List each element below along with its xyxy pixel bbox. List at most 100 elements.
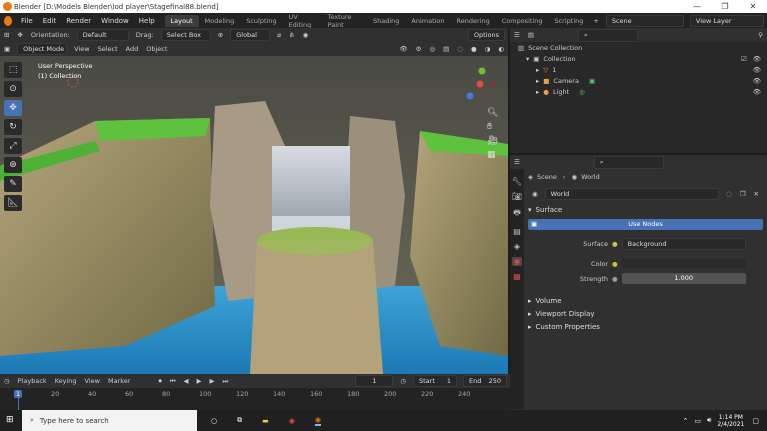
filter-icon[interactable]: ⚲: [758, 31, 763, 39]
collection-row[interactable]: ▾ ▣ Collection ☑ 👁: [510, 53, 767, 64]
world-name-field[interactable]: World: [544, 187, 720, 200]
ortho-grid-icon[interactable]: ▦: [487, 150, 498, 160]
scene-collection-row[interactable]: ▥ Scene Collection: [510, 42, 767, 53]
properties-search[interactable]: ⌕: [593, 155, 664, 169]
surface-shader-dropdown[interactable]: Background: [621, 237, 746, 250]
add-workspace-icon[interactable]: +: [593, 17, 598, 25]
eye-icon[interactable]: 👁: [753, 77, 761, 85]
end-frame-field[interactable]: End 250: [463, 375, 507, 387]
menu-render[interactable]: Render: [61, 17, 96, 25]
use-nodes-button[interactable]: ▣ Use Nodes: [528, 219, 763, 230]
render-tab-icon[interactable]: 📷︎: [512, 192, 522, 201]
menu-window[interactable]: Window: [96, 17, 134, 25]
properties-editor-icon[interactable]: ☰: [514, 158, 520, 166]
menu-object[interactable]: Object: [146, 45, 167, 53]
options-dropdown[interactable]: Options: [467, 29, 505, 41]
exclude-checkbox[interactable]: ☑: [741, 55, 747, 63]
menu-view[interactable]: View: [85, 377, 100, 385]
outliner-editor-icon[interactable]: ☰: [514, 31, 520, 39]
volume-icon[interactable]: 🔊︎: [707, 416, 711, 425]
tab-layout[interactable]: Layout: [164, 14, 199, 27]
playhead[interactable]: [18, 398, 19, 410]
strength-field[interactable]: 1.000: [621, 273, 746, 284]
timeline-ruler[interactable]: 1 20 40 60 80 100 120 140 160 180 200 220 240: [0, 388, 510, 410]
jump-end-icon[interactable]: ⏭: [223, 377, 229, 386]
menu-add[interactable]: Add: [126, 45, 139, 53]
scene-tab-icon[interactable]: ◈: [514, 242, 520, 251]
menu-keying[interactable]: Keying: [55, 377, 77, 385]
prev-key-icon[interactable]: ◀: [184, 377, 189, 385]
eye-icon[interactable]: 👁: [753, 55, 761, 63]
transform-orientation-icon[interactable]: ⊕: [218, 31, 223, 39]
snap-icon[interactable]: ⋔: [289, 31, 294, 39]
expand-arrow-icon[interactable]: ▸: [536, 88, 539, 96]
eye-icon[interactable]: 👁: [753, 66, 761, 74]
minimize-button[interactable]: —: [683, 2, 711, 11]
orientation-dropdown[interactable]: Default: [76, 29, 129, 41]
record-icon[interactable]: ⏺: [158, 377, 161, 386]
expand-arrow-icon[interactable]: ▾: [526, 55, 529, 63]
color-swatch[interactable]: [621, 259, 746, 268]
duplicate-icon[interactable]: ❐: [740, 190, 746, 198]
shading-solid-icon[interactable]: ●: [471, 45, 477, 53]
menu-select[interactable]: Select: [98, 45, 118, 53]
outliner-search[interactable]: ⌕: [577, 28, 638, 42]
cortana-icon[interactable]: ○: [211, 417, 217, 425]
next-key-icon[interactable]: ▶: [210, 377, 215, 385]
transform-orientation-dropdown[interactable]: Global: [230, 29, 271, 41]
close-button[interactable]: ✕: [739, 2, 767, 11]
outliner-item-light[interactable]: ▸ ● Light ◎ 👁: [510, 86, 767, 97]
shading-rendered-icon[interactable]: ◐: [498, 45, 504, 53]
editor-type-icon[interactable]: ⊞: [4, 31, 9, 39]
blender-menu-icon[interactable]: [4, 15, 12, 26]
start-frame-field[interactable]: Start 1: [413, 375, 457, 387]
maximize-button[interactable]: ❐: [711, 2, 739, 11]
tab-compositing[interactable]: Compositing: [496, 15, 549, 27]
viewport-display-panel-header[interactable]: ▸ Viewport Display: [528, 307, 763, 320]
scene-selector[interactable]: Scene: [605, 14, 684, 27]
zoom-icon[interactable]: 🔍︎: [487, 108, 498, 118]
start-icon[interactable]: ⊞: [6, 415, 14, 425]
timeline-editor-icon[interactable]: ◷: [4, 377, 10, 385]
tab-rendering[interactable]: Rendering: [451, 15, 496, 27]
display-mode-icon[interactable]: ▤: [528, 31, 534, 39]
taskbar-search[interactable]: ⌕ Type here to search: [22, 410, 197, 431]
shading-material-icon[interactable]: ◑: [485, 45, 491, 53]
jump-start-icon[interactable]: ⏮: [170, 377, 176, 386]
pan-icon[interactable]: ✋︎: [487, 122, 498, 132]
tab-animation[interactable]: Animation: [405, 15, 450, 27]
transform-tool-icon[interactable]: ⊛: [4, 157, 22, 173]
chrome-icon[interactable]: ◉: [289, 417, 295, 425]
unlink-icon[interactable]: ✕: [754, 190, 759, 198]
task-view-icon[interactable]: ⧉: [237, 416, 242, 425]
visibility-icon[interactable]: 👁: [399, 45, 407, 53]
expand-arrow-icon[interactable]: ▸: [536, 77, 539, 85]
view-layer-tab-icon[interactable]: ▤: [513, 227, 521, 236]
file-explorer-icon[interactable]: ▬: [262, 417, 269, 425]
measure-tool-icon[interactable]: 📐︎: [4, 195, 22, 211]
xray-icon[interactable]: ▤: [443, 45, 449, 53]
tab-scripting[interactable]: Scripting: [548, 15, 589, 27]
proportional-edit-icon[interactable]: ◉: [303, 31, 309, 39]
surface-panel-header[interactable]: ▾ Surface: [528, 203, 763, 216]
tool-tab-icon[interactable]: 🔧︎: [512, 177, 522, 186]
pivot-icon[interactable]: ⌀: [277, 31, 281, 39]
cursor-tool-icon[interactable]: ⊙: [4, 81, 22, 97]
rotate-tool-icon[interactable]: ↻: [4, 119, 22, 135]
mode-dropdown[interactable]: Object Mode: [17, 43, 68, 55]
output-tab-icon[interactable]: 🖶︎: [513, 207, 521, 221]
3d-viewport[interactable]: User Perspective (1) Collection 🔍︎ ✋︎ 🎥︎…: [0, 56, 508, 374]
current-frame-field[interactable]: 1: [355, 375, 394, 387]
outliner-item-1[interactable]: ▸ ▽ 1 👁: [510, 64, 767, 75]
select-tool-icon[interactable]: ⬚: [4, 62, 22, 78]
gizmo-icon[interactable]: ⚙: [416, 45, 422, 53]
outliner-item-camera[interactable]: ▸ ■ Camera ▣ 👁: [510, 75, 767, 86]
tab-modeling[interactable]: Modeling: [199, 15, 241, 27]
custom-properties-panel-header[interactable]: ▸ Custom Properties: [528, 320, 763, 333]
menu-edit[interactable]: Edit: [38, 17, 62, 25]
menu-playback[interactable]: Playback: [18, 377, 47, 385]
scale-tool-icon[interactable]: ⤢: [4, 138, 22, 154]
drag-dropdown[interactable]: Select Box: [160, 29, 211, 41]
expand-arrow-icon[interactable]: ▸: [536, 66, 539, 74]
clock[interactable]: 1:14 PM 2/4/2021: [717, 414, 744, 428]
